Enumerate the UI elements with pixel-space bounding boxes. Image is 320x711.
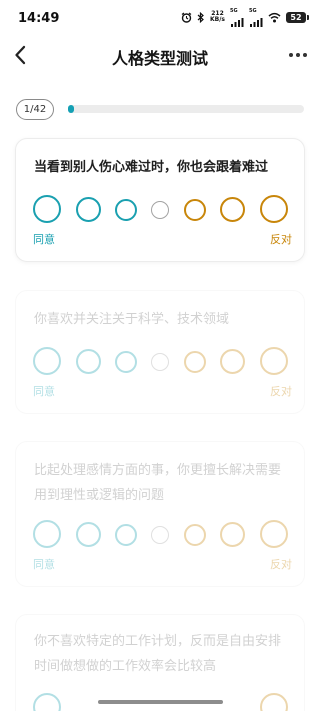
progress-label: 1/42 [16, 99, 54, 120]
option-agree[interactable] [76, 522, 101, 547]
option-slightly-disagree[interactable] [184, 351, 206, 373]
question-card: 比起处理感情方面的事，你更擅长解决需要用到理性或逻辑的问题 同意 反对 [15, 441, 305, 587]
agree-label: 同意 [33, 385, 55, 398]
option-slightly-agree[interactable] [115, 351, 137, 373]
answer-scale [16, 193, 306, 227]
option-strongly-disagree[interactable] [260, 195, 288, 223]
option-slightly-disagree[interactable] [184, 199, 206, 221]
more-horizontal-icon [296, 53, 300, 57]
option-agree[interactable] [76, 197, 101, 222]
option-strongly-agree[interactable] [33, 195, 61, 223]
question-text: 当看到别人伤心难过时，你也会跟着难过 [34, 160, 269, 175]
bluetooth-icon [197, 11, 204, 23]
question-text: 你不喜欢特定的工作计划，反而是自由安排时间做想做的工作效率会比较高 [34, 634, 282, 674]
question-card: 你不喜欢特定的工作计划，反而是自由安排时间做想做的工作效率会比较高 [15, 614, 305, 711]
question-card: 当看到别人伤心难过时，你也会跟着难过 同意 反对 [15, 138, 305, 262]
status-icons: 212 KB/s 5G 5G 52 [181, 8, 309, 27]
option-slightly-disagree[interactable] [184, 524, 206, 546]
more-button[interactable] [286, 44, 310, 66]
home-indicator[interactable] [98, 700, 223, 704]
status-bar: 14:49 212 KB/s 5G 5G 52 [0, 0, 320, 36]
disagree-label: 反对 [270, 385, 292, 398]
question-card: 你喜欢并关注关于科学、技术领域 同意 反对 [15, 290, 305, 414]
progress-track [68, 105, 304, 113]
option-strongly-agree[interactable] [33, 347, 61, 375]
disagree-label: 反对 [270, 558, 292, 571]
answer-scale [16, 518, 306, 552]
disagree-label: 反对 [270, 233, 292, 246]
question-text: 你喜欢并关注关于科学、技术领域 [34, 312, 230, 327]
option-strongly-disagree[interactable] [260, 347, 288, 375]
option-neutral[interactable] [151, 353, 169, 371]
progress-indicator: 1/42 [16, 99, 304, 121]
question-text: 比起处理感情方面的事，你更擅长解决需要用到理性或逻辑的问题 [34, 463, 282, 503]
signal-icon: 5G [230, 8, 244, 27]
option-strongly-agree[interactable] [33, 520, 61, 548]
network-speed: 212 KB/s [210, 10, 225, 23]
option-strongly-disagree[interactable] [260, 520, 288, 548]
more-horizontal-icon [303, 53, 307, 57]
option-disagree[interactable] [220, 197, 245, 222]
alarm-icon [181, 12, 192, 23]
more-horizontal-icon [289, 53, 293, 57]
option-neutral[interactable] [151, 526, 169, 544]
signal-icon: 5G [249, 8, 263, 27]
option-neutral[interactable] [151, 201, 169, 219]
option-disagree[interactable] [220, 522, 245, 547]
agree-label: 同意 [33, 233, 55, 246]
battery-icon: 52 [286, 11, 309, 23]
signal-tag: 5G [249, 7, 257, 14]
wifi-icon [268, 12, 281, 22]
option-disagree[interactable] [220, 349, 245, 374]
option-slightly-agree[interactable] [115, 524, 137, 546]
option-strongly-agree[interactable] [33, 693, 61, 711]
page-title: 人格类型测试 [111, 49, 208, 68]
nav-bar: 人格类型测试 [0, 36, 320, 74]
answer-scale [16, 345, 306, 379]
agree-label: 同意 [33, 558, 55, 571]
option-agree[interactable] [76, 349, 101, 374]
option-slightly-agree[interactable] [115, 199, 137, 221]
status-time: 14:49 [18, 11, 60, 26]
progress-fill [68, 105, 74, 113]
option-strongly-disagree[interactable] [260, 693, 288, 711]
signal-tag: 5G [230, 7, 238, 14]
